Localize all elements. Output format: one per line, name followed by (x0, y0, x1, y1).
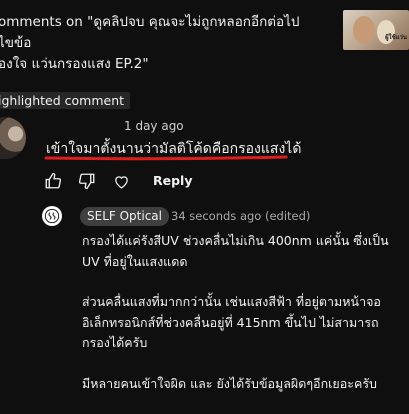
reply-button[interactable]: Reply (153, 173, 192, 188)
self-optical-logo-icon (44, 208, 60, 224)
thumbs-up-icon[interactable] (42, 170, 64, 192)
title-line-1: omments on "ดูคลิปจบ คุณจะไม่ถูกหลอกอีกต… (0, 14, 300, 51)
reply-paragraph: มีหลายคนเข้าใจผิด และ ยังได้รับข้อมูลผิด… (82, 375, 377, 391)
page-title: omments on "ดูคลิปจบ คุณจะไม่ถูกหลอกอีกต… (0, 12, 326, 75)
reply-paragraph: กรองได้แค่รังสีUV ช่วงคลื่นไม่เกิน 400nm… (82, 233, 389, 269)
channel-avatar[interactable] (42, 206, 62, 226)
reply-timestamp[interactable]: 34 seconds ago (edited) (171, 209, 310, 223)
red-underline-annotation (44, 155, 288, 161)
avatar[interactable] (0, 117, 26, 159)
heart-icon[interactable] (110, 170, 132, 192)
comment-actions (42, 170, 132, 192)
reply-text: กรองได้แค่รังสีUV ช่วงคลื่นไม่เกิน 400nm… (82, 231, 402, 414)
thumbnail-label: ผู้ใช้แว่น (385, 34, 407, 41)
author-name-chip[interactable]: SELF Optical (80, 207, 169, 226)
reply-paragraph: ส่วนคลื่นแสงที่มากกว่านั้น เช่นแสงสีฟ้า … (82, 294, 381, 350)
highlighted-comment-label: ighlighted comment (0, 92, 131, 109)
thumbnail-person (353, 16, 375, 44)
thumbs-down-icon[interactable] (76, 170, 98, 192)
video-thumbnail[interactable]: ผู้ใช้แว่น (343, 10, 409, 50)
title-line-2: องใจ แว่นกรองแสง EP.2" (0, 56, 149, 72)
comment-timestamp[interactable]: 1 day ago (124, 119, 184, 133)
